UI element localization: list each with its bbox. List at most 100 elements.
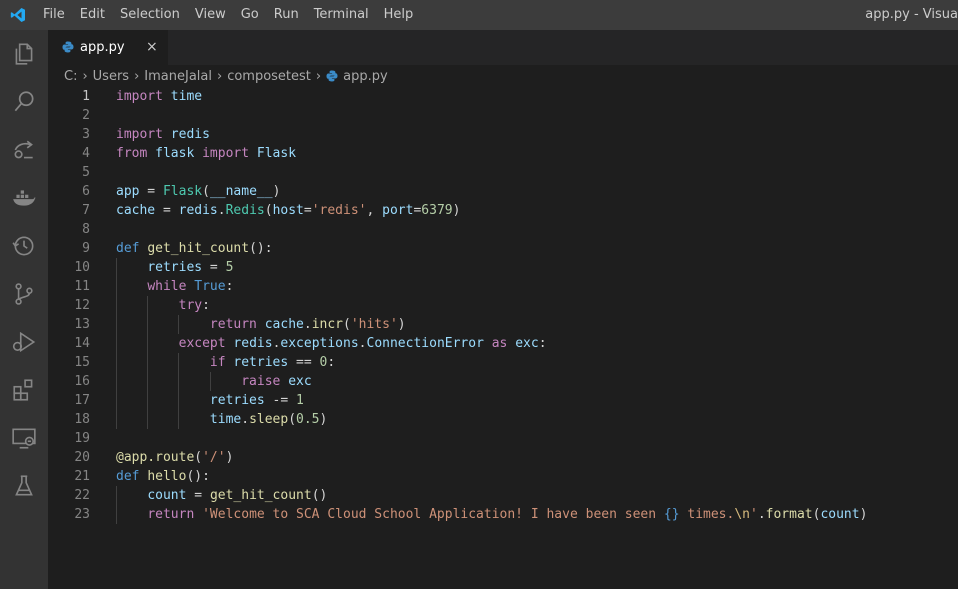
line-number: 10	[74, 260, 90, 275]
line-number: 23	[74, 507, 90, 522]
run-debug-button[interactable]	[0, 318, 48, 366]
line-number: 9	[82, 241, 90, 256]
explorer-button[interactable]	[0, 30, 48, 78]
code-text: count = get_hit_count()	[147, 488, 328, 503]
line-number: 4	[82, 146, 90, 161]
code-text: def hello():	[116, 469, 210, 484]
menu-item-terminal[interactable]: Terminal	[314, 0, 378, 30]
code-editor[interactable]: 1 import time 2 3 import redis 4 from flask im…	[48, 87, 958, 589]
code-line[interactable]: 7 cache = redis.Redis(host='redis', port=…	[48, 201, 958, 220]
search-button[interactable]	[0, 78, 48, 126]
tab-app-py[interactable]: app.py ×	[48, 30, 168, 65]
breadcrumb: C: › Users › ImaneJalal › composetest › …	[48, 65, 958, 87]
python-file-icon	[62, 41, 74, 53]
menu-item-edit[interactable]: Edit	[80, 0, 114, 30]
vscode-logo-icon	[10, 8, 25, 22]
remote-explorer-icon	[14, 140, 33, 159]
line-number: 17	[74, 393, 90, 408]
menu-item-go[interactable]: Go	[241, 0, 268, 30]
line-number: 21	[74, 469, 90, 484]
code-line[interactable]: 4 from flask import Flask	[48, 144, 958, 163]
breadcrumb-drive[interactable]: C:	[64, 69, 77, 84]
close-tab-icon[interactable]: ×	[146, 30, 158, 65]
code-line[interactable]: 2	[48, 106, 958, 125]
breadcrumb-users[interactable]: Users	[93, 69, 129, 84]
menu-item-selection[interactable]: Selection	[120, 0, 189, 30]
line-number: 18	[74, 412, 90, 427]
code-text: while True:	[147, 279, 234, 294]
line-number: 8	[82, 222, 90, 237]
code-text: @app.route('/')	[116, 450, 234, 465]
line-number: 15	[74, 355, 90, 370]
code-line[interactable]: 10 retries = 5	[48, 258, 958, 277]
remote-monitor-button[interactable]	[0, 414, 48, 462]
code-line[interactable]: 23 return 'Welcome to SCA Cloud School A…	[48, 505, 958, 524]
code-line[interactable]: 22 count = get_hit_count()	[48, 486, 958, 505]
code-line[interactable]: 17 retries -= 1	[48, 391, 958, 410]
indent-guide	[178, 353, 180, 429]
python-file-icon	[326, 70, 338, 82]
code-line[interactable]: 13 return cache.incr('hits')	[48, 315, 958, 334]
code-line[interactable]: 19	[48, 429, 958, 448]
menu-item-view[interactable]: View	[195, 0, 235, 30]
code-text: retries = 5	[147, 260, 234, 275]
line-number: 13	[74, 317, 90, 332]
explorer-icon	[15, 43, 33, 65]
indent-guide	[116, 486, 117, 524]
indent-guide	[147, 296, 149, 429]
source-control-button[interactable]	[0, 270, 48, 318]
timeline-icon	[12, 236, 34, 256]
code-text: retries -= 1	[209, 393, 304, 408]
code-text: import time	[116, 89, 203, 104]
breadcrumb-project-folder[interactable]: composetest	[227, 69, 311, 84]
code-line[interactable]: 15 if retries == 0:	[48, 353, 958, 372]
menu-item-file[interactable]: File	[43, 0, 74, 30]
chevron-right-icon: ›	[134, 68, 140, 84]
code-line[interactable]: 9 def get_hit_count():	[48, 239, 958, 258]
tab-bar: app.py ×	[48, 30, 958, 65]
code-text: cache = redis.Redis(host='redis', port=6…	[116, 203, 461, 218]
code-line[interactable]: 8	[48, 220, 958, 239]
code-line[interactable]: 3 import redis	[48, 125, 958, 144]
chevron-right-icon: ›	[82, 68, 88, 84]
code-line[interactable]: 5	[48, 163, 958, 182]
chevron-right-icon: ›	[315, 68, 322, 84]
code-line[interactable]: 18 time.sleep(0.5)	[48, 410, 958, 429]
code-line[interactable]: 16 raise exc	[48, 372, 958, 391]
code-text: if retries == 0:	[209, 355, 336, 370]
menu-item-help[interactable]: Help	[384, 0, 423, 30]
indent-guide	[116, 258, 117, 429]
testing-button[interactable]	[0, 462, 48, 510]
line-number: 19	[74, 431, 90, 446]
line-number: 12	[74, 298, 90, 313]
title-bar: File Edit Selection View Go Run Terminal Help a…	[0, 0, 958, 30]
code-line[interactable]: 14 except redis.exceptions.ConnectionErr…	[48, 334, 958, 353]
search-icon	[14, 91, 34, 112]
menu-item-run[interactable]: Run	[274, 0, 308, 30]
tab-label: app.py	[80, 40, 125, 55]
remote-explorer-button[interactable]	[0, 126, 48, 174]
code-line[interactable]: 21 def hello():	[48, 467, 958, 486]
code-text: from flask import Flask	[116, 146, 297, 161]
line-number: 20	[74, 450, 90, 465]
code-text: except redis.exceptions.ConnectionError …	[178, 336, 547, 351]
code-line[interactable]: 20 @app.route('/')	[48, 448, 958, 467]
line-number: 7	[82, 203, 90, 218]
code-text: return 'Welcome to SCA Cloud School Appl…	[147, 507, 868, 522]
extensions-button[interactable]	[0, 366, 48, 414]
code-line[interactable]: 11 while True:	[48, 277, 958, 296]
code-line[interactable]: 6 app = Flask(__name__)	[48, 182, 958, 201]
code-text: try:	[178, 298, 210, 313]
code-line[interactable]: 1 import time	[48, 87, 958, 106]
code-text: raise exc	[241, 374, 312, 389]
timeline-button[interactable]	[0, 222, 48, 270]
code-line[interactable]: 12 try:	[48, 296, 958, 315]
extensions-icon	[13, 379, 33, 401]
line-number: 3	[82, 127, 90, 142]
docker-button[interactable]	[0, 174, 48, 222]
menu-bar: File Edit Selection View Go Run Terminal Help	[43, 0, 428, 30]
line-number: 6	[82, 184, 90, 199]
breadcrumb-user-folder[interactable]: ImaneJalal	[144, 69, 212, 84]
breadcrumb-file[interactable]: app.py	[343, 69, 388, 84]
line-number: 5	[82, 165, 90, 180]
